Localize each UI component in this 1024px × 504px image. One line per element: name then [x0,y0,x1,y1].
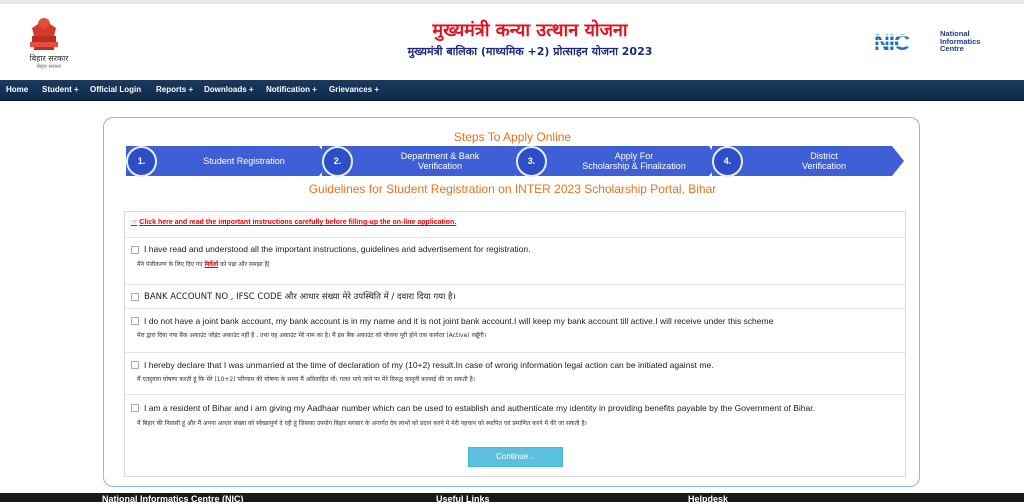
nav-official-login[interactable]: Official Login [90,85,141,94]
declaration-2-en: BANK ACCOUNT NO , IFSC CODE और आधार संख्… [144,292,456,302]
declaration-5-en: I am a resident of Bihar and i am giving… [144,403,815,413]
pointing-hand-icon: ☞ [131,219,138,226]
step-3-label-line1: Apply For [614,151,654,161]
instructions-link[interactable]: Click here and read the important instru… [139,219,456,226]
nic-logo-text: NIC [874,30,910,54]
declaration-5-checkbox[interactable] [131,404,139,412]
declaration-1-en: I have read and understood all the impor… [144,244,531,254]
declaration-3-en: I do not have a joint bank account, my b… [144,316,774,326]
declaration-3-checkbox[interactable] [131,317,139,325]
footer-nic: National Informatics Centre (NIC) [102,494,244,504]
step-2-label-line2: Verification [417,161,463,171]
nav-reports[interactable]: Reports + [156,85,193,94]
bihar-emblem-icon[interactable] [24,14,64,54]
declaration-5-hi: मैं बिहार की निवासी हूं और मैं अपना आधार… [137,420,587,427]
nic-name: National Informatics Centre [940,30,1010,53]
instructions-hindi-link[interactable]: निर्देशों [204,261,218,268]
footer-useful-links: Useful Links [436,494,490,504]
step-1-label: Student Registration [164,146,324,176]
step-1-label-line1: Student Registration [203,156,285,166]
declaration-row-5: I am a resident of Bihar and i am giving… [125,394,905,440]
step-3-number: 3. [516,146,547,177]
step-4-label-line1: District [810,151,838,161]
declaration-4-en: I hereby declare that I was unmarried at… [144,360,714,370]
declaration-1-hi: मैंने पंजीकरण के लिए दिए गए निर्देशों को… [137,260,270,268]
step-3-label: Apply For Scholarship & Finalization [554,146,714,176]
declaration-3-hi: मेरा द्वारा दिया गया बैंक अकाउंट जॉइंट अ… [137,332,487,339]
declaration-1-hi-post: को पढ़ा और समझा है| [218,261,270,268]
step-4-label-line2: Verification [801,161,847,171]
site-header: बिहार सरकार बिहार सरकार मुख्यमंत्री कन्य… [0,0,1024,80]
nav-downloads[interactable]: Downloads + [204,85,254,94]
scheme-subtitle: मुख्यमंत्री बालिका (माध्यमिक +2) प्रोत्स… [407,45,653,58]
instructions-link-row: ☞ Click here and read the important instr… [131,218,456,226]
nav-student[interactable]: Student + [42,85,79,94]
step-4-label: District Verification [750,146,898,176]
nic-name-line3: Centre [940,44,964,53]
guidelines-title: Guidelines for Student Registration on I… [308,182,717,196]
declaration-row-1: I have read and understood all the impor… [125,237,905,284]
top-strip [0,0,1024,4]
declaration-1-checkbox[interactable] [131,246,139,254]
main-nav: Home Student + Official Login Reports + … [0,80,1024,101]
declaration-1-hi-pre: मैंने पंजीकरण के लिए दिए गए [137,261,205,268]
step-2-label-line1: Department & Bank [400,151,480,161]
scheme-title: मुख्यमंत्री कन्या उत्थान योजना [432,20,628,41]
declaration-row-4: I hereby declare that I was unmarried at… [125,352,905,394]
site-footer: National Informatics Centre (NIC) Useful… [0,493,1024,504]
declaration-row-2: BANK ACCOUNT NO , IFSC CODE और आधार संख्… [125,284,905,308]
step-2-number: 2. [322,146,353,177]
step-1-number: 1. [126,146,157,177]
declaration-row-3: I do not have a joint bank account, my b… [125,308,905,352]
nav-grievances[interactable]: Grievances + [329,85,379,94]
nav-notification[interactable]: Notification + [266,85,317,94]
step-2-label: Department & Bank Verification [360,146,520,176]
state-name-sub: बिहार सरकार [36,64,62,70]
declaration-4-checkbox[interactable] [131,361,139,369]
continue-button[interactable]: Continue .. [468,447,563,467]
step-3-label-line2: Scholarship & Finalization [582,161,686,171]
nav-home[interactable]: Home [6,85,28,94]
declaration-4-hi: मैं एतद्द्वारा घोषणा करती हूं कि मेरे (1… [137,376,476,383]
step-4-number: 4. [712,146,743,177]
steps-title: Steps To Apply Online [453,130,572,144]
registration-card: Steps To Apply Online 1. Student Registr… [103,117,920,487]
declarations-box: ☞ Click here and read the important instr… [124,211,906,477]
state-name-label: बिहार सरकार [29,54,69,63]
footer-helpdesk: Helpdesk [688,494,729,504]
declaration-2-checkbox[interactable] [131,293,139,301]
state-name: बिहार सरकार बिहार सरकार [14,54,84,72]
